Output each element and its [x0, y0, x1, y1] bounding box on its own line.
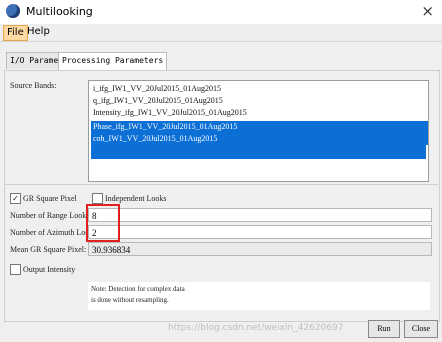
highlight-annotation [86, 204, 120, 242]
selection-highlight [91, 145, 426, 159]
tab-processing-parameters[interactable]: Processing Parameters [58, 52, 168, 70]
menu-help[interactable]: Help [24, 25, 53, 39]
source-bands-label: Source Bands: [10, 81, 57, 90]
output-intensity-label: Output Intensity [23, 265, 76, 274]
azimuth-looks-input[interactable]: 2 [88, 225, 432, 239]
watermark: https://blog.csdn.net/weixin_42620697 [168, 323, 344, 333]
note-line-1: Note: Detection for complex data [91, 285, 185, 293]
note-box: Note: Detection for complex data is done… [88, 282, 430, 310]
range-looks-input[interactable]: 8 [88, 208, 432, 222]
run-button[interactable]: Run [368, 320, 400, 338]
range-looks-label: Number of Range Looks: [10, 211, 92, 220]
independent-looks-checkbox[interactable] [92, 193, 103, 204]
mean-gr-field: 30.936834 [88, 242, 432, 256]
output-intensity-checkbox[interactable] [10, 264, 21, 275]
close-button[interactable]: Close [404, 320, 438, 338]
list-item-selected[interactable]: Phase_ifg_IW1_VV_20Jul2015_01Aug2015 [91, 121, 428, 133]
window-title: Multilooking [26, 5, 93, 18]
note-line-2: is done without resampling. [91, 296, 169, 304]
menu-bar: File Help [0, 24, 442, 42]
list-item[interactable]: Intensity_ifg_IW1_VV_20Jul2015_01Aug2015 [91, 107, 428, 119]
list-item-selected[interactable]: coh_IW1_VV_20Jul2015_01Aug2015 [91, 133, 428, 145]
gr-square-pixel-checkbox[interactable]: ✓ [10, 193, 21, 204]
gr-square-pixel-label: GR Square Pixel [23, 194, 77, 203]
title-bar: Multilooking × [0, 0, 442, 24]
independent-looks-label: Independent Looks [105, 194, 167, 203]
list-item[interactable]: i_ifg_IW1_VV_20Jul2015_01Aug2015 [91, 83, 428, 95]
divider [4, 184, 438, 185]
window-close-icon[interactable]: × [421, 2, 434, 20]
list-item[interactable]: q_ifg_IW1_VV_20Jul2015_01Aug2015 [91, 95, 428, 107]
app-logo-icon [6, 4, 20, 18]
mean-gr-label: Mean GR Square Pixel: [10, 245, 87, 254]
source-bands-list[interactable]: i_ifg_IW1_VV_20Jul2015_01Aug2015 q_ifg_I… [88, 80, 429, 182]
